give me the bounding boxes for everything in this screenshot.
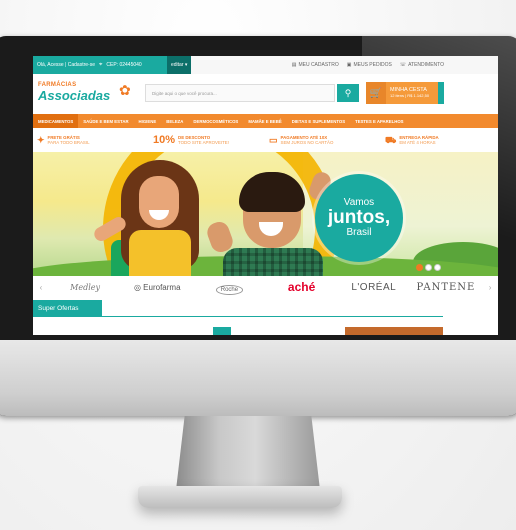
edit-cep-button[interactable]: editar ▾	[167, 56, 192, 74]
nav-item-mamae-bebe[interactable]: MAMÃE E BEBÊ	[243, 119, 286, 124]
login-area: Olá, Acesse | Cadastre-se ⌖ CEP: 0244504…	[33, 56, 167, 74]
monitor-stand-base	[138, 486, 342, 508]
benefit-fast-delivery: ⛟ ENTREGA RÁPIDA EM ATÉ 4 HORAS	[385, 134, 439, 145]
nav-item-higiene[interactable]: HIGIENE	[134, 119, 162, 124]
benefit-discount: 10% DE DESCONTO TODO SITE APROVEITE!	[153, 133, 229, 146]
nav-item-beleza[interactable]: BELEZA	[161, 119, 188, 124]
website-screen: Olá, Acesse | Cadastre-se ⌖ CEP: 0244504…	[33, 56, 498, 335]
super-offers-section: Super Ofertas	[33, 300, 498, 335]
location-pin-icon: ⌖	[99, 61, 103, 68]
hero-slogan-badge: Vamos juntos, Brasil	[315, 174, 403, 262]
flower-icon: ✿	[119, 82, 131, 98]
credit-card-icon: ▭	[269, 134, 278, 145]
top-bar: Olá, Acesse | Cadastre-se ⌖ CEP: 0244504…	[33, 56, 498, 74]
cart-button[interactable]: 🛒 MINHA CESTA 12 itens | R$ 1.142,50	[366, 82, 444, 104]
nav-item-dermocosmeticos[interactable]: DERMOCOSMÉTICOS	[188, 119, 243, 124]
map-icon: ✦	[37, 134, 45, 145]
brands-prev-arrow-icon[interactable]: ‹	[33, 283, 49, 292]
logo[interactable]: Associadas	[38, 88, 110, 103]
box-icon: ▣	[346, 62, 352, 68]
monitor-chin	[0, 340, 516, 416]
truck-icon: ⛟	[385, 134, 397, 145]
cep-text: CEP: 02445040	[106, 62, 142, 68]
product-thumb[interactable]	[213, 327, 231, 335]
nav-item-medicamentos[interactable]: MEDICAMENTOS	[33, 114, 79, 128]
search-input[interactable]: Digite aqui o que você procura...	[145, 84, 335, 102]
carousel-dot[interactable]	[425, 264, 432, 271]
brand-loreal[interactable]: L'ORÉAL	[338, 282, 410, 293]
card-icon: ▤	[291, 62, 297, 68]
tab-super-offers[interactable]: Super Ofertas	[33, 300, 102, 316]
brands-carousel: ‹ Medley ◎ Eurofarma Roche aché L'ORÉAL …	[33, 276, 498, 298]
brands-next-arrow-icon[interactable]: ›	[482, 283, 498, 292]
hero-woman-photo	[111, 160, 199, 276]
basket-icon: 🛒	[366, 82, 386, 104]
benefit-free-shipping: ✦ FRETE GRÁTIS PARA TODO BRASIL	[37, 134, 90, 145]
discount-percent: 10%	[153, 133, 176, 146]
section-divider	[33, 316, 443, 317]
nav-item-testes[interactable]: TESTES E APARELHOS	[350, 119, 408, 124]
search-button[interactable]: ⚲	[337, 84, 359, 102]
cart-dropdown-toggle[interactable]	[438, 82, 444, 104]
search-icon: ⚲	[344, 87, 352, 98]
benefit-installments: ▭ PAGAMENTO ATÉ 10X SEM JUROS NO CARTÃO	[269, 134, 334, 145]
cart-summary: 12 itens | R$ 1.142,50	[390, 92, 430, 98]
my-account-link[interactable]: ▤ MEU CADASTRO	[292, 62, 339, 68]
carousel-dot[interactable]	[434, 264, 441, 271]
carousel-dot[interactable]	[416, 264, 423, 271]
brand-pantene[interactable]: PANTENE	[410, 282, 482, 293]
nav-item-saude[interactable]: SAÚDE E BEM ESTAR	[78, 119, 133, 124]
category-nav: MEDICAMENTOS SAÚDE E BEM ESTAR HIGIENE B…	[33, 114, 498, 128]
login-link[interactable]: Olá, Acesse | Cadastre-se	[37, 62, 95, 68]
hero-banner[interactable]: Vamos juntos, Brasil	[33, 152, 498, 276]
headset-icon: ☏	[399, 62, 407, 68]
my-orders-link[interactable]: ▣ MEUS PEDIDOS	[347, 62, 392, 68]
monitor-stand-neck	[176, 416, 320, 490]
brand-ache[interactable]: aché	[266, 280, 338, 294]
brand-roche[interactable]: Roche	[193, 278, 265, 296]
brand-eurofarma[interactable]: ◎ Eurofarma	[121, 283, 193, 292]
carousel-dots	[416, 264, 441, 271]
support-link[interactable]: ☏ ATENDIMENTO	[400, 62, 444, 68]
nav-item-dietas[interactable]: DIETAS E SUPLEMENTOS	[287, 119, 350, 124]
benefits-bar: ✦ FRETE GRÁTIS PARA TODO BRASIL 10% DE DE…	[33, 128, 498, 152]
brand-medley[interactable]: Medley	[49, 283, 121, 292]
site-header: FARMÁCIAS Associadas ✿ Digite aqui o que…	[33, 74, 498, 114]
product-thumb[interactable]	[345, 327, 443, 335]
